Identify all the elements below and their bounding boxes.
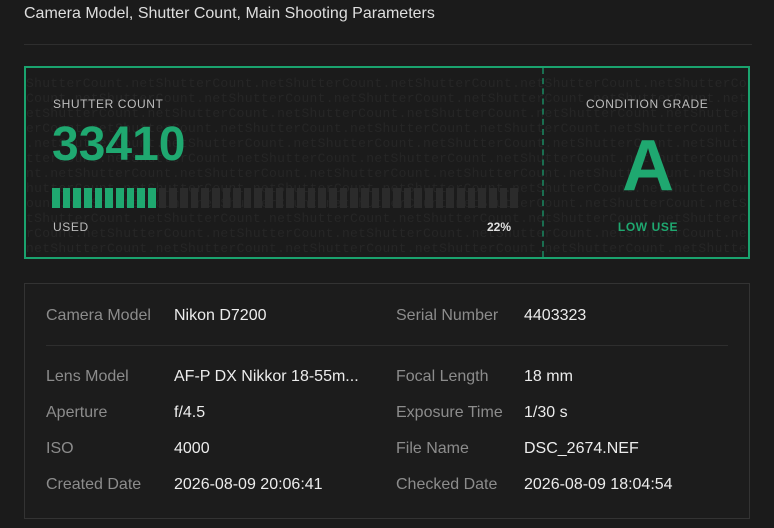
progress-segment <box>361 188 369 208</box>
progress-segment <box>424 188 433 208</box>
details-row: ISO 4000 File Name DSC_2674.NEF <box>25 438 749 460</box>
progress-segment <box>147 188 156 208</box>
progress-segment <box>265 188 273 208</box>
file-name-label: File Name <box>396 440 469 457</box>
progress-segment <box>201 188 209 208</box>
focal-length-value: 18 mm <box>524 368 573 385</box>
progress-segment <box>510 188 518 208</box>
iso-value: 4000 <box>174 440 210 457</box>
card-divider <box>542 68 544 257</box>
details-row: Camera Model Nikon D7200 Serial Number 4… <box>25 305 749 327</box>
checked-date-value: 2026-08-09 18:04:54 <box>524 476 673 493</box>
focal-length-label: Focal Length <box>396 368 489 385</box>
details-row: Created Date 2026-08-09 20:06:41 Checked… <box>25 474 749 496</box>
progress-segment <box>137 188 145 208</box>
progress-segment <box>105 188 113 208</box>
details-row: Aperture f/4.5 Exposure Time 1/30 s <box>25 402 749 424</box>
progress-segment <box>467 188 476 208</box>
progress-segment <box>371 188 380 208</box>
lens-model-value: AF-P DX Nikkor 18-55m... <box>174 368 359 385</box>
created-date-value: 2026-08-09 20:06:41 <box>174 476 323 493</box>
condition-grade-value: A <box>622 126 674 206</box>
progress-segment <box>350 188 359 208</box>
progress-segment <box>222 188 231 208</box>
progress-segment <box>382 188 390 208</box>
progress-segment <box>488 188 497 208</box>
checked-date-label: Checked Date <box>396 476 498 493</box>
progress-segment <box>318 188 327 208</box>
progress-segment <box>307 188 316 208</box>
progress-segment <box>446 188 454 208</box>
details-divider <box>46 345 728 346</box>
aperture-label: Aperture <box>46 404 108 421</box>
progress-segment <box>339 188 348 208</box>
condition-grade-label: CONDITION GRADE <box>586 97 709 111</box>
progress-segment <box>329 188 337 208</box>
progress-segment <box>499 188 508 208</box>
progress-segment <box>62 188 71 208</box>
progress-segment <box>158 188 167 208</box>
progress-segment <box>211 188 220 208</box>
progress-segment <box>94 188 103 208</box>
progress-segment <box>414 188 422 208</box>
progress-segment <box>179 188 188 208</box>
camera-model-value: Nikon D7200 <box>174 307 267 324</box>
progress-segment <box>275 188 284 208</box>
progress-segment <box>83 188 92 208</box>
progress-segment <box>115 188 124 208</box>
file-name-value: DSC_2674.NEF <box>524 440 639 457</box>
condition-status: LOW USE <box>617 220 679 234</box>
shutter-count-card: ShutterCount.netShutterCount.netShutterC… <box>24 66 750 259</box>
created-date-label: Created Date <box>46 476 142 493</box>
details-row: Lens Model AF-P DX Nikkor 18-55m... Foca… <box>25 366 749 388</box>
shutter-count-value: 33410 <box>52 118 186 171</box>
aperture-value: f/4.5 <box>174 404 206 421</box>
shutter-count-label: SHUTTER COUNT <box>53 97 164 111</box>
progress-segment <box>478 188 486 208</box>
progress-segment <box>403 188 412 208</box>
page-title: Camera Model, Shutter Count, Main Shooti… <box>24 5 435 22</box>
used-percent: 22% <box>487 220 512 234</box>
progress-segment <box>254 188 263 208</box>
progress-segment <box>52 188 60 208</box>
progress-segment <box>456 188 465 208</box>
progress-segment <box>297 188 305 208</box>
camera-details-panel: Camera Model Nikon D7200 Serial Number 4… <box>24 283 750 519</box>
progress-segment <box>190 188 199 208</box>
camera-model-label: Camera Model <box>46 307 151 324</box>
progress-segment <box>73 188 81 208</box>
progress-segment <box>393 188 401 208</box>
lens-model-label: Lens Model <box>46 368 129 385</box>
exposure-time-value: 1/30 s <box>524 404 568 421</box>
progress-segment <box>243 188 252 208</box>
serial-number-value: 4403323 <box>524 307 587 324</box>
progress-segment <box>286 188 295 208</box>
used-label: USED <box>53 220 89 234</box>
progress-segment <box>126 188 135 208</box>
progress-segment <box>435 188 444 208</box>
usage-progress-bar <box>52 188 518 208</box>
exposure-time-label: Exposure Time <box>396 404 503 421</box>
progress-segment <box>169 188 177 208</box>
iso-label: ISO <box>46 440 74 457</box>
serial-number-label: Serial Number <box>396 307 499 324</box>
header-divider <box>24 44 752 45</box>
progress-segment <box>233 188 241 208</box>
